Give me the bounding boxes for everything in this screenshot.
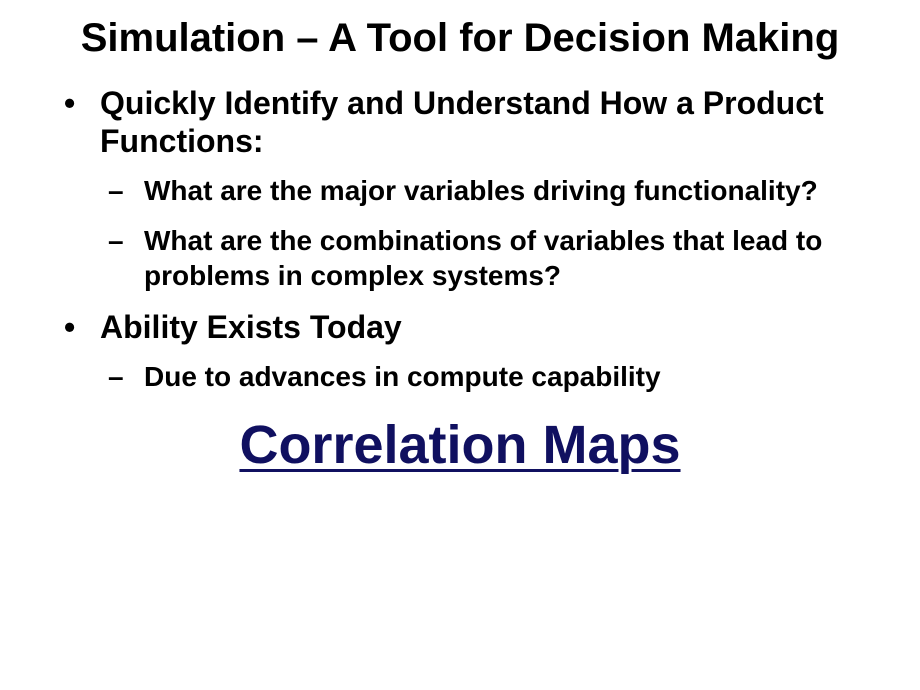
list-item: Quickly Identify and Understand How a Pr… <box>50 84 870 294</box>
bullet-list-level2: Due to advances in compute capability <box>100 359 870 395</box>
list-item: What are the combinations of variables t… <box>100 223 870 295</box>
bullet-list-level1: Quickly Identify and Understand How a Pr… <box>50 84 870 394</box>
list-item: Due to advances in compute capability <box>100 359 870 395</box>
list-item-text: Quickly Identify and Understand How a Pr… <box>100 85 824 159</box>
slide-title: Simulation – A Tool for Decision Making <box>0 14 920 62</box>
list-item: What are the major variables driving fun… <box>100 173 870 209</box>
list-item-text: Ability Exists Today <box>100 309 402 345</box>
slide: Simulation – A Tool for Decision Making … <box>0 14 920 690</box>
link-row: Correlation Maps <box>0 414 920 476</box>
list-item: Ability Exists Today Due to advances in … <box>50 308 870 394</box>
slide-content: Quickly Identify and Understand How a Pr… <box>0 84 920 394</box>
bullet-list-level2: What are the major variables driving fun… <box>100 173 870 294</box>
correlation-maps-link[interactable]: Correlation Maps <box>239 415 680 475</box>
